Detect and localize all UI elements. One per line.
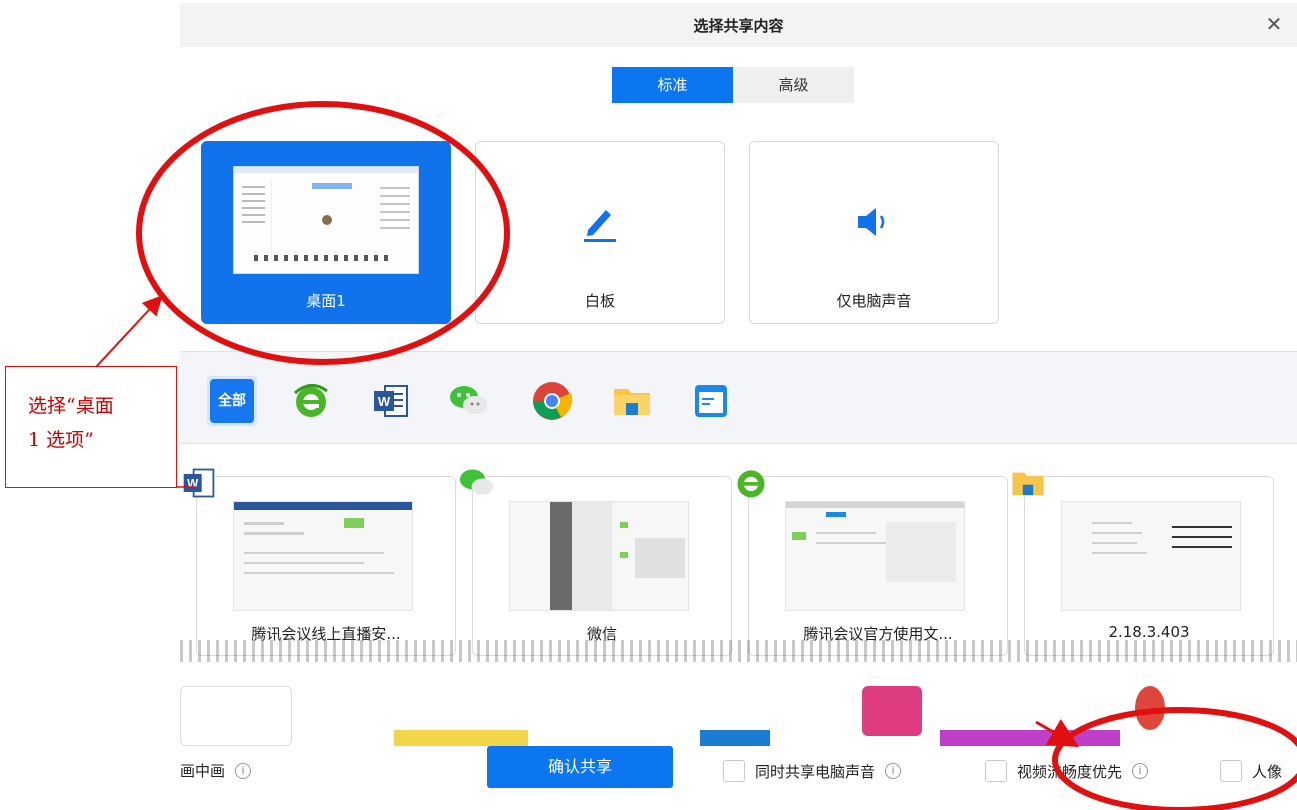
smooth-video-option[interactable]: 视频流畅度优先 i xyxy=(985,760,1149,782)
tab-advanced[interactable]: 高级 xyxy=(733,67,854,103)
window-thumb-word[interactable]: W 腾讯会议线上直播安... xyxy=(183,468,456,656)
window-title: 2.18.3.403 xyxy=(1108,623,1190,641)
info-icon[interactable]: i xyxy=(885,763,902,779)
window-preview xyxy=(785,501,965,611)
ie-browser-icon[interactable] xyxy=(286,376,336,426)
window-preview xyxy=(509,501,689,611)
dialog-titlebar: 选择共享内容 ✕ xyxy=(180,3,1297,47)
window-preview xyxy=(1061,501,1241,611)
wechat-icon[interactable] xyxy=(444,376,494,426)
window-thumb-ie[interactable]: 腾讯会议官方使用文... xyxy=(737,470,1008,656)
annotation-line-2: 1 选项” xyxy=(28,429,94,451)
portrait-label: 人像 xyxy=(1252,762,1283,781)
ie-browser-icon xyxy=(733,465,769,501)
source-card-label: 白板 xyxy=(584,292,615,310)
confirm-share-button[interactable]: 确认共享 xyxy=(487,746,673,788)
smooth-video-checkbox[interactable] xyxy=(985,760,1007,782)
preview-stripe xyxy=(394,730,528,746)
source-card-whiteboard[interactable]: 白板 xyxy=(475,141,725,324)
file-explorer-icon[interactable] xyxy=(607,376,657,426)
dialog-title: 选择共享内容 xyxy=(693,17,784,35)
speaker-icon xyxy=(750,200,998,248)
window-thumb-explorer[interactable]: 2.18.3.403 xyxy=(1012,472,1274,656)
filter-all-button[interactable]: 全部 xyxy=(207,376,257,426)
chrome-icon[interactable] xyxy=(1135,686,1165,730)
file-explorer-icon xyxy=(1009,465,1045,501)
filter-all-label: 全部 xyxy=(210,379,254,423)
app-filter-strip: 全部 W xyxy=(180,351,1297,444)
window-app-icon[interactable] xyxy=(686,376,736,426)
mode-tabs: 标准 高级 xyxy=(612,67,854,103)
window-thumb-wechat[interactable]: 微信 xyxy=(459,469,732,656)
render-artifact xyxy=(180,640,1297,662)
close-icon[interactable]: ✕ xyxy=(1261,11,1287,37)
window-app-icon[interactable] xyxy=(862,686,922,736)
share-audio-option[interactable]: 同时共享电脑声音 i xyxy=(723,760,902,782)
pen-icon xyxy=(476,200,724,248)
info-icon[interactable]: i xyxy=(1132,763,1149,779)
svg-text:W: W xyxy=(378,394,391,409)
pip-option[interactable]: 画中画 i xyxy=(180,760,252,781)
window-thumb[interactable] xyxy=(180,686,292,746)
share-audio-label: 同时共享电脑声音 xyxy=(755,762,876,781)
word-icon[interactable]: W xyxy=(366,376,416,426)
chrome-icon[interactable] xyxy=(527,376,577,426)
preview-stripe xyxy=(940,730,1120,746)
preview-stripe xyxy=(700,730,770,746)
portrait-option[interactable]: 人像 xyxy=(1220,760,1282,782)
share-audio-checkbox[interactable] xyxy=(723,760,745,782)
annotation-arrow xyxy=(95,295,163,368)
word-icon: W xyxy=(181,465,217,501)
window-preview xyxy=(233,501,413,611)
desktop-thumbnail xyxy=(233,166,419,274)
svg-text:W: W xyxy=(187,478,199,491)
source-card-audio-only[interactable]: 仅电脑声音 xyxy=(749,141,999,324)
pip-label: 画中画 xyxy=(180,762,226,780)
source-card-label: 桌面1 xyxy=(306,292,346,310)
info-icon[interactable]: i xyxy=(235,762,252,779)
source-card-desktop[interactable]: 桌面1 xyxy=(201,141,451,324)
source-card-label: 仅电脑声音 xyxy=(836,292,912,310)
annotation-line-1: 选择“桌面 xyxy=(28,395,114,417)
bottom-bar: 画中画 i 确认共享 同时共享电脑声音 i 视频流畅度优先 i 人像 xyxy=(180,746,1297,810)
smooth-video-label: 视频流畅度优先 xyxy=(1017,762,1123,781)
window-thumb-row-2 xyxy=(180,676,1297,746)
portrait-checkbox[interactable] xyxy=(1220,760,1242,782)
wechat-icon xyxy=(457,465,494,501)
tab-standard[interactable]: 标准 xyxy=(612,67,733,103)
annotation-callout: 选择“桌面 1 选项” xyxy=(5,366,177,488)
